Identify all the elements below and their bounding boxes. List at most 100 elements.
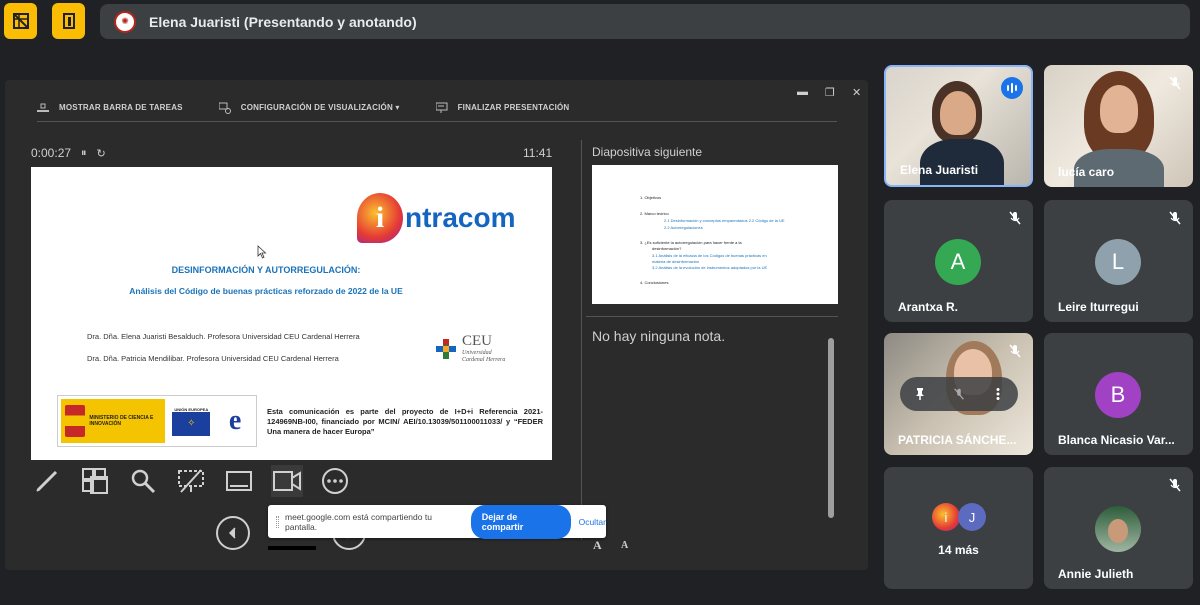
display-settings-label: CONFIGURACIÓN DE VISUALIZACIÓN ▾ — [240, 103, 400, 112]
next-slide-line: 1. Objetivos — [640, 195, 662, 200]
sharing-message: meet.google.com está compartiendo tu pan… — [284, 511, 432, 532]
video-camera-icon — [273, 471, 301, 491]
participant-tile[interactable]: Elena Juaristi — [884, 65, 1033, 187]
participant-tile[interactable]: B Blanca Nicasio Var... — [1044, 333, 1193, 455]
next-slide-line: 4. Conclusiones — [640, 280, 669, 285]
zoom-button[interactable] — [127, 465, 159, 497]
display-settings-icon — [218, 102, 231, 114]
ceu-cross-icon — [436, 338, 456, 359]
intracom-logo: i ntracom — [357, 193, 515, 243]
participant-name: Arantxa R. — [898, 300, 959, 314]
all-slides-button[interactable] — [79, 465, 111, 497]
subtitles-icon — [226, 471, 252, 491]
ministry-logo: MINISTERIO DE CIENCIA E INNOVACIÓN — [61, 399, 166, 443]
camera-button[interactable] — [271, 465, 303, 497]
slide-author-2: Dra. Dña. Patricia Mendilibar. Profesora… — [87, 354, 339, 363]
intracom-wordmark: ntracom — [405, 202, 516, 233]
participant-face — [940, 91, 976, 135]
participant-name: lucía caro — [1058, 165, 1115, 179]
ceu-sub2: Cardenal Herrera — [462, 357, 506, 363]
avatar — [1095, 506, 1141, 552]
more-vertical-icon[interactable] — [991, 387, 1005, 401]
magnifier-icon — [131, 469, 156, 494]
next-slide-line: 3. ¿Es suficiente la autorregulación par… — [640, 240, 742, 245]
participant-name: Blanca Nicasio Var... — [1058, 433, 1175, 447]
speaking-indicator-icon — [1001, 77, 1023, 99]
leave-button[interactable] — [52, 3, 85, 39]
slide-title: DESINFORMACIÓN Y AUTORREGULACIÓN: — [171, 265, 361, 275]
decrease-font-button[interactable]: A — [621, 540, 628, 551]
spain-shield-icon — [65, 405, 86, 437]
notes-scrollbar[interactable] — [828, 338, 834, 518]
pause-icon[interactable]: ⏸ — [81, 147, 87, 160]
avatar: J — [958, 503, 986, 531]
participant-tile[interactable]: lucía caro — [1044, 65, 1193, 187]
funding-logos: MINISTERIO DE CIENCIA E INNOVACIÓN UNIÓN… — [57, 395, 257, 447]
exit-door-icon — [62, 13, 75, 29]
participant-tile[interactable]: Annie Julieth — [1044, 467, 1193, 589]
participant-tile[interactable]: L Leire Iturregui — [1044, 200, 1193, 322]
presenter-title: Elena Juaristi (Presentando y anotando) — [149, 13, 417, 30]
black-screen-button[interactable] — [175, 465, 207, 497]
pin-icon[interactable] — [913, 387, 927, 401]
notes-divider — [586, 316, 838, 317]
slide-subtitle: Análisis del Código de buenas prácticas … — [129, 286, 403, 296]
mute-icon[interactable] — [952, 387, 966, 401]
more-options-button[interactable] — [319, 465, 351, 497]
close-icon[interactable]: ✕ — [852, 86, 861, 99]
ceu-logo: CEU Universidad Cardenal Herrera — [436, 333, 505, 364]
stop-sharing-button[interactable]: Dejar de compartir — [470, 504, 571, 539]
more-horizontal-icon — [322, 468, 348, 494]
avatar: B — [1095, 372, 1141, 418]
show-taskbar-label: MOSTRAR BARRA DE TAREAS — [59, 103, 183, 112]
previous-slide-button[interactable] — [216, 516, 250, 550]
mic-off-icon — [1169, 211, 1181, 225]
participant-name: Annie Julieth — [1058, 567, 1134, 581]
pen-icon — [36, 470, 58, 492]
drag-handle[interactable] — [276, 515, 279, 528]
end-presentation-button[interactable]: FINALIZAR PRESENTACIÓN — [435, 102, 570, 114]
mic-off-icon — [1009, 211, 1021, 225]
elapsed-timer: 0:00:27 ⏸ ↻ — [31, 146, 106, 160]
aei-logo: e — [228, 405, 242, 436]
pen-tool-button[interactable] — [31, 465, 63, 497]
ministry-label: MINISTERIO DE CIENCIA E INNOVACIÓN — [89, 415, 154, 427]
intracom-bubble-icon: i — [357, 193, 403, 243]
display-settings-button[interactable]: CONFIGURACIÓN DE VISUALIZACIÓN ▾ — [218, 102, 400, 114]
panel-divider — [581, 140, 582, 540]
show-taskbar-button[interactable]: MOSTRAR BARRA DE TAREAS — [37, 103, 183, 113]
next-slide-line: 3.1 Análisis de la eficacia de los Códig… — [652, 253, 767, 258]
intracom-avatar-icon: i — [932, 503, 960, 531]
screen-share-bar: meet.google.com está compartiendo tu pan… — [268, 504, 606, 539]
tile-hover-controls — [900, 377, 1018, 411]
ceu-sub1: Universidad — [462, 350, 492, 356]
arrow-left-icon — [228, 527, 236, 539]
ceu-name: CEU — [462, 333, 492, 349]
next-slide-line: 2.1 Desinformación y conceptos emparenta… — [664, 218, 785, 223]
avatar: A — [935, 239, 981, 285]
layout-button[interactable] — [4, 3, 37, 39]
participant-name: Leire Iturregui — [1058, 300, 1139, 314]
next-slide-line: materia de desinformación — [652, 259, 700, 264]
participant-tile[interactable]: PATRICIA SÁNCHE... — [884, 333, 1033, 455]
end-presentation-label: FINALIZAR PRESENTACIÓN — [457, 103, 570, 112]
participant-name: PATRICIA SÁNCHE... — [898, 433, 1017, 447]
slide-author-1: Dra. Dña. Elena Juaristi Besalduch. Prof… — [87, 332, 360, 341]
presenter-banner: ✺ Elena Juaristi (Presentando y anotando… — [100, 4, 1190, 39]
presenter-avatar: ✺ — [114, 10, 136, 33]
increase-font-button[interactable]: A — [593, 538, 602, 553]
participant-tile[interactable]: A Arantxa R. — [884, 200, 1033, 322]
hide-button[interactable]: Ocultar — [579, 517, 606, 527]
mic-off-icon — [1009, 344, 1021, 358]
end-slideshow-icon — [435, 102, 448, 113]
restart-icon[interactable]: ↻ — [97, 147, 106, 160]
current-slide[interactable]: i ntracom DESINFORMACIÓN Y AUTORREGULACI… — [31, 167, 552, 460]
subtitles-button[interactable] — [223, 465, 255, 497]
eu-flag-icon: ✧ — [172, 411, 211, 436]
presenter-toolbar: MOSTRAR BARRA DE TAREAS CONFIGURACIÓN DE… — [37, 94, 837, 122]
next-slide-line: desinformación? — [652, 246, 682, 251]
funding-text: Esta comunicación es parte del proyecto … — [267, 407, 543, 436]
next-slide-preview[interactable]: 1. Objetivos 2. Marco teórico 2.1 Desinf… — [592, 165, 838, 304]
speaker-notes: No hay ninguna nota. — [592, 328, 726, 344]
more-participants-tile[interactable]: i J 14 más — [884, 467, 1033, 589]
